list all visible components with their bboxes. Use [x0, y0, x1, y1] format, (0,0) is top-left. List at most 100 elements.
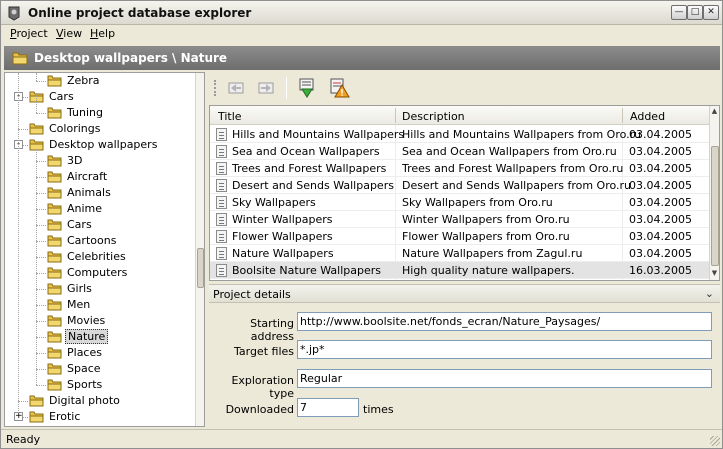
folder-icon [47, 330, 62, 343]
tree-item-label: Digital photo [49, 394, 120, 407]
tree-item[interactable]: Space [5, 361, 195, 377]
tree-item-label: Men [67, 298, 91, 311]
project-details-header[interactable]: Project details ⌄ [209, 284, 720, 303]
target-files-field[interactable]: *.jp* [297, 340, 712, 359]
tree-item[interactable]: - Desktop wallpapers [5, 137, 195, 153]
tree-item[interactable]: Cars [5, 217, 195, 233]
cell-description: Sky Wallpapers from Oro.ru [402, 196, 553, 209]
maximize-button[interactable]: □ [687, 5, 703, 20]
tree-item-label: Girls [67, 282, 92, 295]
tree-item-label: Computers [67, 266, 128, 279]
exploration-type-field[interactable]: Regular [297, 369, 712, 388]
app-icon [8, 6, 20, 21]
folder-icon [47, 298, 62, 311]
tree-item[interactable]: Digital photo [5, 393, 195, 409]
column-description[interactable]: Description [402, 110, 465, 123]
tree-item-label: Tuning [67, 106, 104, 119]
tree-item[interactable]: Anime [5, 201, 195, 217]
folder-icon [47, 234, 62, 247]
tree-item[interactable]: Sports [5, 377, 195, 393]
tree-item[interactable]: Animals [5, 185, 195, 201]
folder-icon [47, 106, 62, 119]
back-arrow-icon[interactable] [224, 77, 248, 99]
table-row[interactable]: Hills and Mountains Wallpapers Hills and … [210, 126, 710, 143]
tree-item[interactable]: Cartoons [5, 233, 195, 249]
tree-item-label: Colorings [49, 122, 101, 135]
tree-item[interactable]: Computers [5, 265, 195, 281]
cell-added: 16.03.2005 [629, 264, 692, 277]
folder-icon [47, 314, 62, 327]
cell-added: 03.04.2005 [629, 128, 692, 141]
cell-added: 03.04.2005 [629, 162, 692, 175]
resize-grip-icon[interactable] [710, 436, 720, 446]
cell-added: 03.04.2005 [629, 179, 692, 192]
tree-item[interactable]: 3D [5, 153, 195, 169]
status-text: Ready [6, 433, 41, 446]
cell-title: Boolsite Nature Wallpapers [232, 264, 381, 277]
project-list[interactable]: Title Description Added Hills and Mounta… [209, 105, 720, 281]
scroll-up-icon[interactable]: ▲ [710, 107, 719, 116]
tree-item[interactable]: Men [5, 297, 195, 313]
tree-item[interactable]: Celebrities [5, 249, 195, 265]
table-row[interactable]: Desert and Sends Wallpapers Desert and Se… [210, 177, 710, 194]
list-scrollbar[interactable]: ▲ ▼ [709, 106, 719, 280]
tree-item[interactable]: Zebra [5, 73, 195, 89]
menu-view[interactable]: View [56, 27, 82, 40]
expand-icon[interactable]: + [14, 412, 23, 421]
cell-added: 03.04.2005 [629, 247, 692, 260]
close-button[interactable]: ✕ [703, 5, 719, 20]
table-row[interactable]: Flower Wallpapers Flower Wallpapers from … [210, 228, 710, 245]
exploration-type-label: Exploration type [231, 374, 294, 400]
tree-item-label: 3D [67, 154, 83, 167]
tree-item[interactable]: Nature [5, 329, 195, 345]
toolbar-separator [286, 77, 287, 99]
folder-icon [47, 218, 62, 231]
list-scroll-thumb[interactable] [711, 146, 719, 266]
menu-help[interactable]: Help [90, 27, 115, 40]
tree-item[interactable]: Tuning [5, 105, 195, 121]
toolbar [210, 72, 720, 104]
download-icon[interactable] [295, 77, 319, 99]
cell-description: Trees and Forest Wallpapers from Oro.ru [402, 162, 624, 175]
tree-item[interactable]: Movies [5, 313, 195, 329]
starting-address-field[interactable]: http://www.boolsite.net/fonds_ecran/Natu… [297, 312, 712, 331]
table-row[interactable]: Sea and Ocean Wallpapers Sea and Ocean Wa… [210, 143, 710, 160]
tree-item[interactable]: Aircraft [5, 169, 195, 185]
tree-item[interactable]: Colorings [5, 121, 195, 137]
menu-project[interactable]: Project [10, 27, 48, 40]
minimize-button[interactable]: — [671, 5, 687, 20]
tree-scroll-thumb[interactable] [197, 248, 204, 288]
folder-icon [12, 52, 28, 65]
cell-added: 03.04.2005 [629, 213, 692, 226]
tree-item-label: Animals [67, 186, 111, 199]
downloaded-count-field[interactable]: 7 [297, 398, 359, 417]
forward-arrow-icon[interactable] [254, 77, 278, 99]
cell-description: Hills and Mountains Wallpapers from Oro.… [402, 128, 642, 141]
table-row[interactable]: Sky Wallpapers Sky Wallpapers from Oro.ru… [210, 194, 710, 211]
warning-icon[interactable] [327, 77, 351, 99]
document-icon [216, 179, 227, 192]
category-tree[interactable]: Zebra - Cars Tuning Colorings - Desktop wallpa… [4, 72, 205, 427]
folder-icon [47, 170, 62, 183]
cell-description: Winter Wallpapers from Oro.ru [402, 213, 570, 226]
tree-item[interactable]: Girls [5, 281, 195, 297]
cell-description: Flower Wallpapers from Oro.ru [402, 230, 570, 243]
tree-scrollbar[interactable] [195, 73, 204, 426]
table-row[interactable]: Nature Wallpapers Nature Wallpapers from … [210, 245, 710, 262]
tree-item[interactable]: Places [5, 345, 195, 361]
column-title[interactable]: Title [218, 110, 242, 123]
tree-item[interactable]: + Erotic [5, 409, 195, 425]
breadcrumb: Desktop wallpapers \ Nature [34, 51, 228, 65]
table-row[interactable]: Boolsite Nature Wallpapers High quality n… [210, 262, 710, 279]
table-row[interactable]: Winter Wallpapers Winter Wallpapers from … [210, 211, 710, 228]
column-added[interactable]: Added [630, 110, 665, 123]
folder-icon [29, 122, 44, 135]
tree-item-label: Anime [67, 202, 103, 215]
menu-bar: Project View Help [1, 25, 722, 43]
document-icon [216, 230, 227, 243]
chevron-down-icon[interactable]: ⌄ [705, 287, 714, 300]
tree-item[interactable]: - Cars [5, 89, 195, 105]
cell-added: 03.04.2005 [629, 145, 692, 158]
table-row[interactable]: Trees and Forest Wallpapers Trees and For… [210, 160, 710, 177]
scroll-down-icon[interactable]: ▼ [710, 269, 719, 278]
